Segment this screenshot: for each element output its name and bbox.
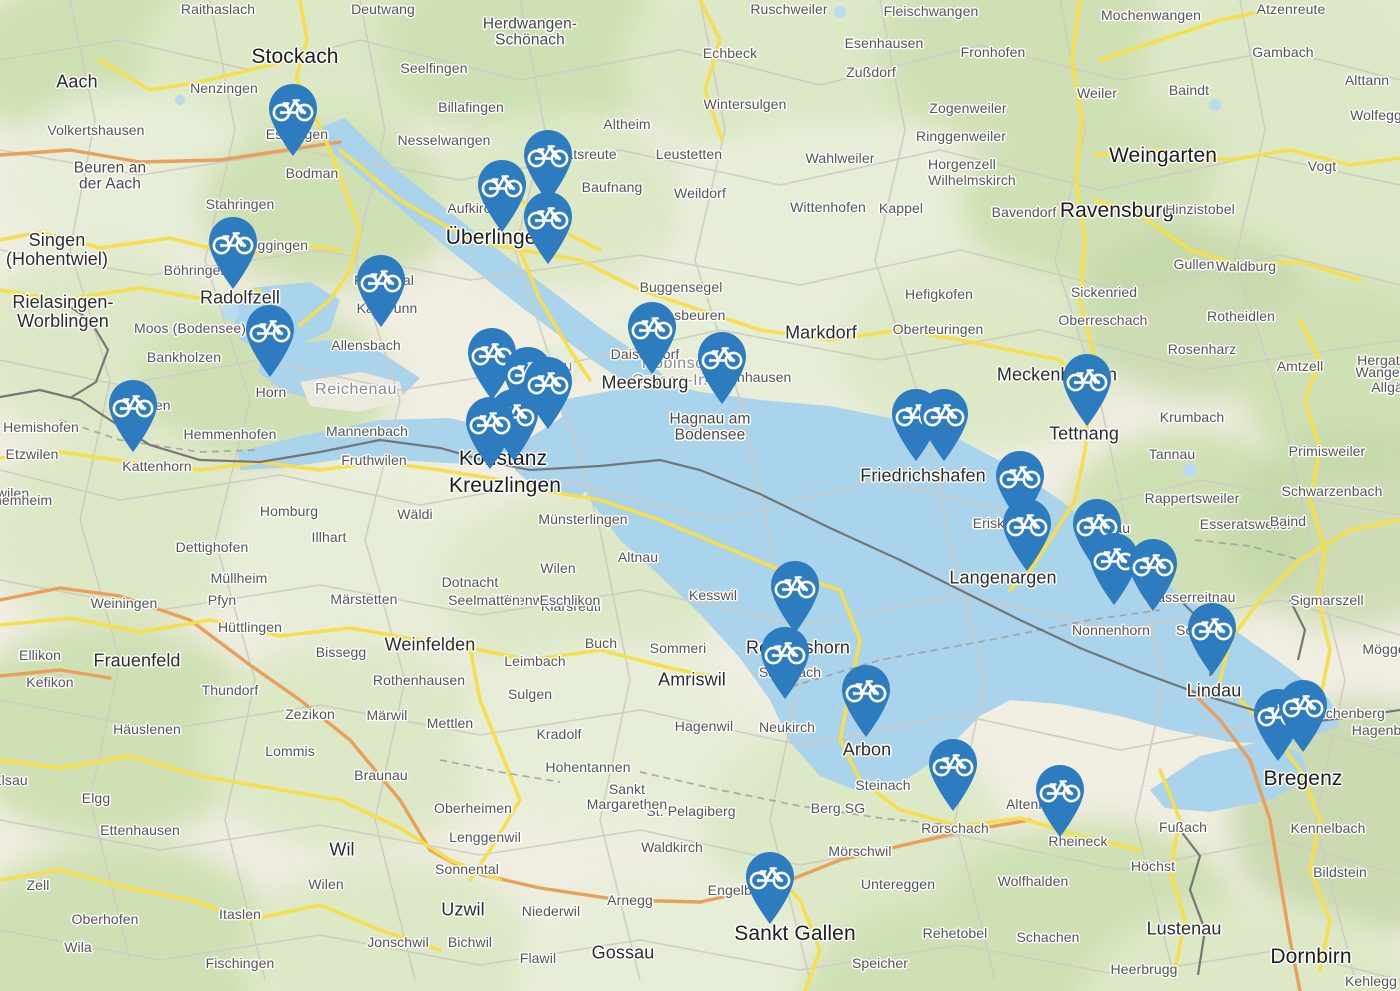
bicycle-icon [357, 255, 405, 327]
bicycle-icon [1036, 765, 1084, 837]
bicycle-icon [246, 305, 294, 377]
bicycle-marker-pin[interactable] [1059, 353, 1115, 427]
bicycle-marker-pin[interactable] [767, 560, 823, 634]
bicycle-marker-pin[interactable] [624, 301, 680, 375]
bicycle-marker-pin[interactable] [1275, 679, 1331, 753]
bicycle-marker-pin[interactable] [1032, 764, 1088, 838]
bicycle-icon [1003, 499, 1051, 571]
map-roads-layer [0, 0, 1400, 991]
bicycle-icon [1063, 354, 1111, 426]
bicycle-icon [466, 397, 514, 469]
bicycle-icon [746, 852, 794, 924]
bicycle-marker-pin[interactable] [205, 216, 261, 290]
bicycle-icon [269, 84, 317, 156]
bicycle-icon [1129, 539, 1177, 611]
bicycle-marker-pin[interactable] [1184, 602, 1240, 676]
bicycle-marker-pin[interactable] [462, 396, 518, 470]
bicycle-icon [929, 739, 977, 811]
bicycle-icon [628, 302, 676, 374]
bicycle-marker-pin[interactable] [353, 254, 409, 328]
bicycle-marker-pin[interactable] [838, 664, 894, 738]
bicycle-icon [771, 561, 819, 633]
bicycle-marker-pin[interactable] [999, 498, 1055, 572]
bicycle-icon [524, 192, 572, 264]
bicycle-icon [920, 389, 968, 461]
bicycle-marker-pin[interactable] [242, 304, 298, 378]
bicycle-marker-pin[interactable] [925, 738, 981, 812]
bicycle-marker-pin[interactable] [757, 626, 813, 700]
bicycle-marker-pin[interactable] [694, 331, 750, 405]
bicycle-marker-pin[interactable] [742, 851, 798, 925]
bicycle-icon [761, 627, 809, 699]
bicycle-marker-pin[interactable] [916, 388, 972, 462]
bicycle-icon [698, 332, 746, 404]
map-canvas[interactable]: Robinson-Crusoe-InselReichenauMainau Rai… [0, 0, 1400, 991]
bicycle-marker-pin[interactable] [520, 191, 576, 265]
bicycle-icon [209, 217, 257, 289]
bicycle-marker-pin[interactable] [265, 83, 321, 157]
bicycle-icon [1188, 603, 1236, 675]
bicycle-icon [109, 380, 157, 452]
bicycle-marker-pin[interactable] [1125, 538, 1181, 612]
bicycle-icon [1279, 680, 1327, 752]
bicycle-icon [842, 665, 890, 737]
bicycle-marker-pin[interactable] [105, 379, 161, 453]
